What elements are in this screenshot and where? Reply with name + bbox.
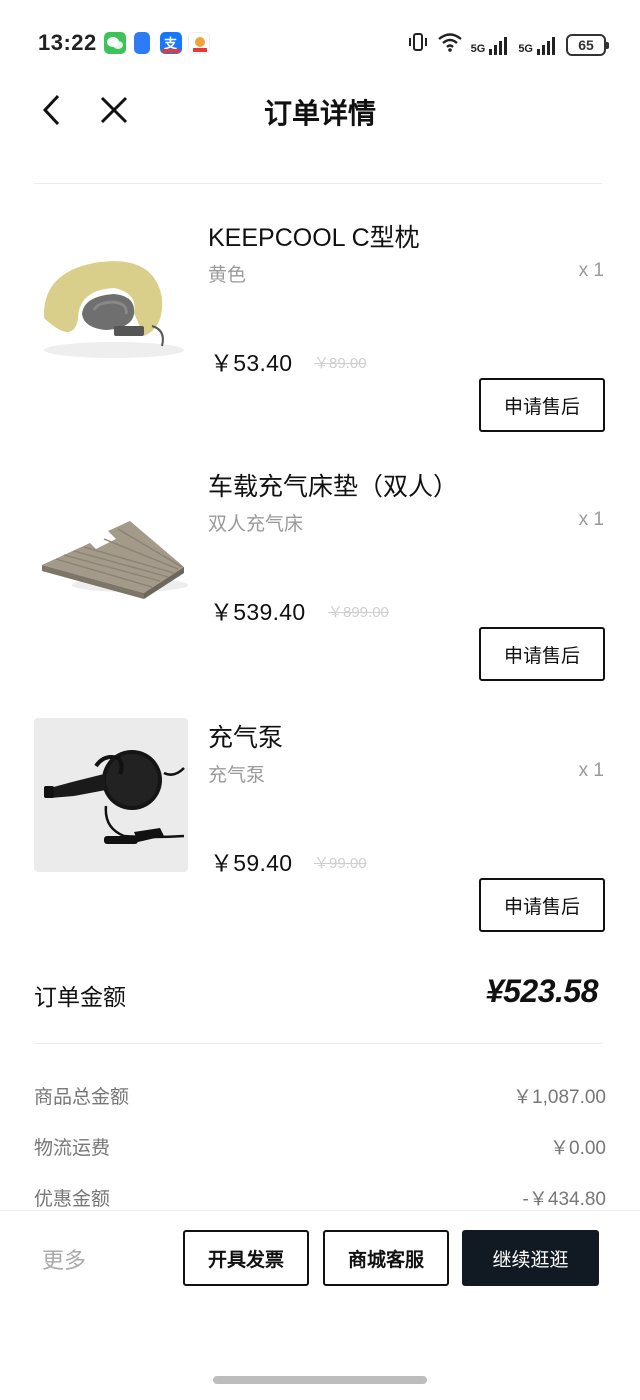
battery-icon: 65 [566, 33, 609, 56]
page-title: 订单详情 [263, 98, 376, 129]
product-price: ￥53.40 [210, 350, 293, 376]
product-item: 充气泵 充气泵 x 1 ￥59.40 ￥99.00 申请售后 [0, 684, 640, 934]
product-original-price: ￥899.00 [328, 604, 389, 621]
summary-label: 商品总金额 [34, 1087, 130, 1108]
after-sale-button[interactable]: 申请售后 [479, 878, 605, 932]
product-item: 车载充气床垫（双人） 双人充气床 x 1 ￥539.40 ￥899.00 申请售… [0, 433, 640, 683]
product-quantity: x 1 [578, 509, 604, 530]
product-name: KEEPCOOL C型枕 [208, 224, 420, 252]
nav-header: 订单详情 [0, 80, 640, 140]
customer-service-button[interactable]: 商城客服 [323, 1230, 449, 1286]
summary-value: ￥1,087.00 [513, 1087, 606, 1108]
summary-row-subtotal: 商品总金额 ￥1,087.00 [34, 1082, 606, 1112]
product-quantity: x 1 [578, 760, 604, 781]
product-name: 充气泵 [208, 724, 284, 752]
product-quantity: x 1 [578, 260, 604, 281]
product-item: KEEPCOOL C型枕 黄色 x 1 ￥53.40 ￥89.00 申请售后 [0, 184, 640, 434]
total-divider [34, 1043, 602, 1044]
product-image-air-mattress[interactable] [34, 467, 188, 621]
status-right: 5G 5G 65 [407, 31, 609, 58]
home-indicator[interactable] [213, 1376, 427, 1384]
more-link[interactable]: 更多 [42, 1243, 86, 1275]
product-name: 车载充气床垫（双人） [208, 473, 459, 501]
product-image-neck-pillow[interactable] [34, 218, 188, 372]
after-sale-button[interactable]: 申请售后 [479, 627, 605, 681]
order-total-value: ¥523.58 [485, 973, 599, 1009]
summary-value: -￥434.80 [522, 1189, 606, 1210]
continue-shopping-button[interactable]: 继续逛逛 [462, 1230, 599, 1286]
summary-value: ￥0.00 [550, 1138, 606, 1159]
product-variant: 黄色 [208, 265, 247, 286]
order-total-label: 订单金额 [34, 984, 126, 1010]
status-bar: 13:22 支 5G 5G 65 [0, 22, 640, 64]
product-image-air-pump[interactable] [34, 718, 188, 872]
summary-label: 优惠金额 [34, 1189, 111, 1210]
product-variant: 双人充气床 [208, 514, 304, 535]
after-sale-button[interactable]: 申请售后 [479, 378, 605, 432]
product-price: ￥539.40 [210, 599, 306, 625]
status-time: 13:22 [38, 30, 97, 55]
signal-icon: 5G [518, 35, 558, 55]
product-price: ￥59.40 [210, 850, 293, 876]
battery-level: 65 [578, 36, 594, 53]
network-label: 5G [470, 42, 486, 55]
product-original-price: ￥99.00 [314, 855, 367, 872]
wifi-icon [437, 31, 463, 58]
signal-icon: 5G [471, 35, 511, 55]
summary-label: 物流运费 [34, 1138, 111, 1159]
product-variant: 充气泵 [208, 765, 266, 786]
network-label: 5G [518, 42, 533, 55]
wechat-icon [104, 32, 126, 54]
bottom-action-bar: 更多 开具发票 商城客服 继续逛逛 [0, 1210, 640, 1400]
product-original-price: ￥89.00 [314, 355, 367, 372]
app-icon [188, 32, 210, 54]
alipay-icon: 支 [160, 32, 182, 54]
app-icon [134, 32, 150, 54]
invoice-button[interactable]: 开具发票 [183, 1230, 309, 1286]
vibrate-icon [407, 31, 429, 58]
summary-row-shipping: 物流运费 ￥0.00 [34, 1133, 606, 1163]
